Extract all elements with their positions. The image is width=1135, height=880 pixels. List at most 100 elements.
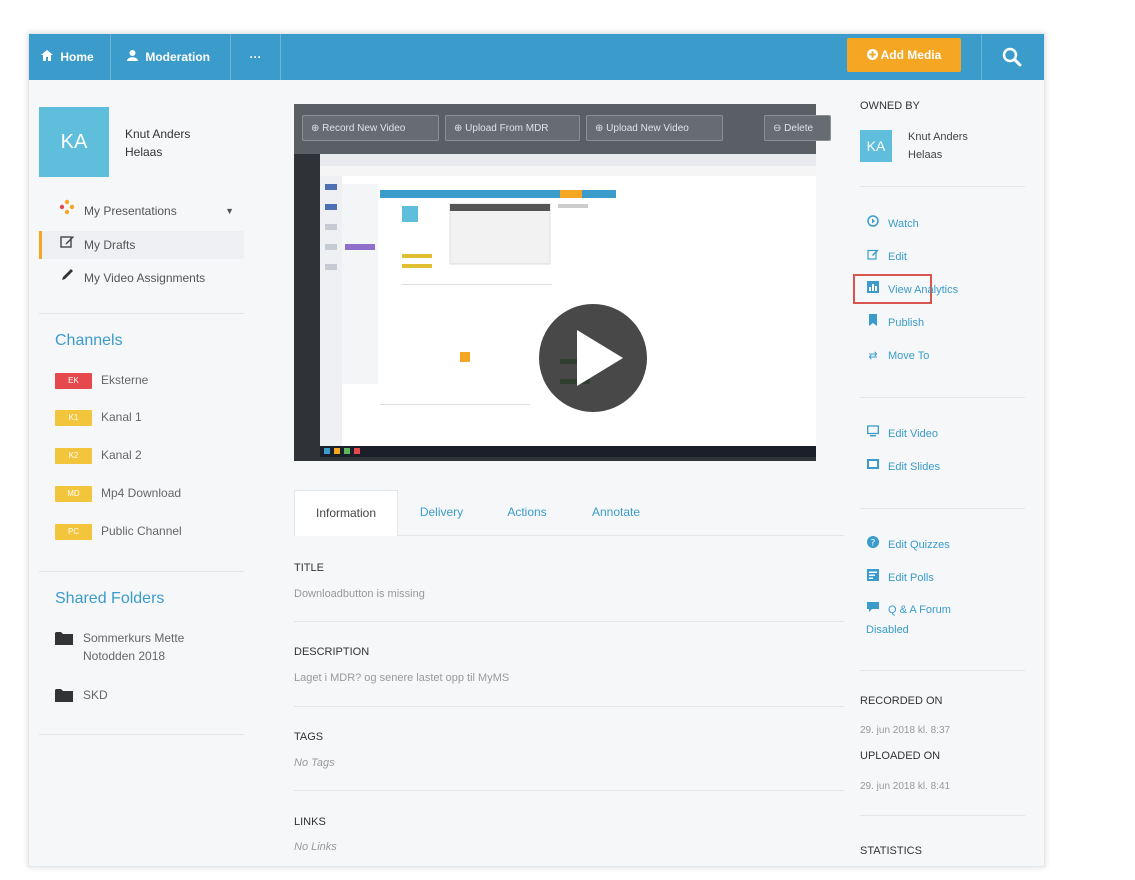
title-label: TITLE: [294, 562, 324, 574]
user-name-line1: Knut Anders: [125, 127, 191, 141]
search-button[interactable]: [981, 34, 1040, 80]
view-analytics-action[interactable]: View Analytics: [866, 281, 958, 299]
links-value: No Links: [294, 841, 337, 853]
edit-polls-action[interactable]: Edit Polls: [866, 569, 934, 587]
play-button[interactable]: [539, 304, 647, 412]
video-player[interactable]: ⊕ Record New Video ⊕ Upload From MDR ⊕ U…: [294, 104, 831, 461]
sidebar-item-label: My Drafts: [84, 238, 136, 252]
owned-by-label: OWNED BY: [860, 100, 920, 112]
nav-moderation[interactable]: Moderation: [111, 34, 231, 80]
sidebar-item-my-video-assignments[interactable]: My Video Assignments: [39, 264, 244, 292]
divider: [39, 734, 244, 735]
upload-new-video-button[interactable]: ⊕ Upload New Video: [586, 115, 723, 141]
divider: [860, 670, 1025, 671]
divider: [860, 186, 1025, 187]
sidebar-item-label: My Presentations: [84, 204, 177, 218]
slides-icon: [866, 458, 880, 476]
channel-label: Eksterne: [101, 373, 149, 387]
edit-slides-label: Edit Slides: [888, 461, 940, 473]
channel-label: Kanal 1: [101, 410, 142, 424]
video-toolbar: ⊕ Record New Video ⊕ Upload From MDR ⊕ U…: [294, 104, 831, 154]
delete-video-button[interactable]: ⊖ Delete: [764, 115, 831, 141]
add-media-label: Add Media: [880, 48, 942, 62]
nav-home-label: Home: [60, 50, 94, 64]
watch-action[interactable]: Watch: [866, 215, 919, 233]
info-tabs: Information Delivery Actions Annotate: [294, 490, 844, 536]
title-value: Downloadbutton is missing: [294, 588, 425, 600]
owner-name: Knut Anders Helaas: [908, 128, 1008, 164]
uploaded-on-label: UPLOADED ON: [860, 750, 941, 762]
tab-information[interactable]: Information: [294, 490, 398, 536]
plus-circle-icon: ⊕: [454, 123, 463, 134]
channel-item-eksterne[interactable]: EK Eksterne: [55, 371, 148, 389]
edit-slides-action[interactable]: Edit Slides: [866, 458, 940, 476]
edit-action[interactable]: Edit: [866, 248, 907, 266]
channel-item-mp4-download[interactable]: MD Mp4 Download: [55, 484, 181, 502]
recorded-on-value: 29. jun 2018 kl. 8:37: [860, 725, 951, 736]
chevron-down-icon[interactable]: ▼: [225, 197, 234, 225]
upload-new-video-label: Upload New Video: [606, 123, 689, 134]
view-analytics-label: View Analytics: [888, 284, 959, 296]
channels-title: Channels: [55, 332, 123, 349]
record-new-video-button[interactable]: ⊕ Record New Video: [302, 115, 439, 141]
svg-text:?: ?: [871, 539, 876, 549]
divider: [39, 571, 244, 572]
move-icon: ⇄: [868, 350, 878, 362]
channel-label: Public Channel: [101, 524, 182, 538]
upload-from-mdr-button[interactable]: ⊕ Upload From MDR: [445, 115, 580, 141]
right-sidebar: OWNED BY KA Knut Anders Helaas Watch Edi…: [849, 80, 1044, 866]
divider: [39, 313, 244, 314]
plus-circle-icon: [866, 48, 881, 62]
tags-value: No Tags: [294, 757, 335, 769]
move-to-label: Move To: [888, 350, 930, 362]
qa-forum-action[interactable]: Q & A Forum: [866, 601, 951, 619]
plus-circle-icon: ⊕: [311, 123, 320, 134]
tab-annotate[interactable]: Annotate: [576, 490, 656, 534]
play-circle-icon: [866, 215, 880, 233]
publish-action[interactable]: Publish: [866, 314, 924, 332]
minus-circle-icon: ⊖: [773, 123, 782, 134]
tab-delivery[interactable]: Delivery: [404, 490, 479, 534]
edit-video-action[interactable]: Edit Video: [866, 425, 938, 443]
folder-icon: [55, 631, 73, 650]
owner-name-line2: Helaas: [908, 149, 943, 161]
channel-item-public-channel[interactable]: PC Public Channel: [55, 522, 182, 540]
monitor-icon: [866, 425, 880, 443]
divider: [294, 706, 844, 707]
folder-label-line2: Notodden 2018: [83, 649, 166, 663]
owner-avatar: KA: [860, 130, 892, 162]
app-frame: Home Moderation ··· Add Media KA Knut An…: [28, 33, 1045, 867]
edit-quizzes-label: Edit Quizzes: [888, 539, 950, 551]
edit-icon: [866, 248, 880, 266]
publish-icon: [866, 314, 880, 332]
sidebar-item-my-drafts[interactable]: My Drafts: [39, 231, 244, 259]
nav-home[interactable]: Home: [29, 34, 111, 80]
statistics-label: STATISTICS: [860, 845, 922, 857]
tab-actions[interactable]: Actions: [492, 490, 562, 534]
user-name: Knut Anders Helaas: [125, 125, 225, 161]
edit-icon: [57, 231, 77, 259]
tags-label: TAGS: [294, 731, 324, 743]
play-icon: [577, 330, 623, 386]
folder-label: Sommerkurs Mette Notodden 2018: [83, 629, 213, 665]
move-to-action[interactable]: ⇄ Move To: [866, 347, 929, 365]
question-icon: ?: [866, 536, 880, 554]
edit-polls-label: Edit Polls: [888, 572, 934, 584]
recorded-on-label: RECORDED ON: [860, 695, 943, 707]
user-icon: [127, 50, 141, 64]
folder-label: SKD: [83, 688, 108, 702]
owner-name-line1: Knut Anders: [908, 131, 968, 143]
nav-moderation-label: Moderation: [145, 50, 211, 64]
links-label: LINKS: [294, 816, 326, 828]
qa-forum-status: Disabled: [866, 624, 909, 636]
upload-from-mdr-label: Upload From MDR: [465, 123, 549, 134]
sidebar-item-my-presentations[interactable]: My Presentations ▼: [39, 197, 244, 225]
uploaded-on-value: 29. jun 2018 kl. 8:41: [860, 781, 951, 792]
channel-item-kanal-1[interactable]: K1 Kanal 1: [55, 408, 142, 426]
edit-quizzes-action[interactable]: ? Edit Quizzes: [866, 536, 950, 554]
nav-more-button[interactable]: ···: [231, 34, 281, 80]
left-sidebar: KA Knut Anders Helaas My Presentations ▼…: [39, 80, 254, 866]
channel-item-kanal-2[interactable]: K2 Kanal 2: [55, 446, 142, 464]
video-thumbnail: [320, 154, 816, 457]
add-media-button[interactable]: Add Media: [847, 38, 961, 72]
